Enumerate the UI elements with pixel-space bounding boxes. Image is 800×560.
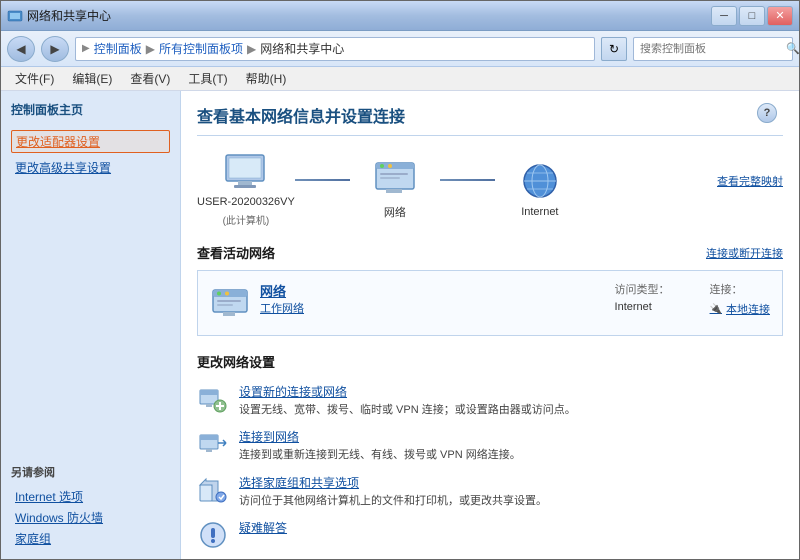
sidebar: 控制面板主页 更改适配器设置 更改高级共享设置 另请参阅 Internet 选项… [1, 91, 181, 559]
search-icon: 🔍 [786, 42, 800, 55]
connection-item: 连接： 🔌 本地连接 [710, 281, 770, 317]
new-connection-link[interactable]: 设置新的连接或网络 [239, 383, 783, 400]
net-item-network: 网络 [350, 160, 440, 220]
settings-item-new-connection: 设置新的连接或网络 设置无线、宽带、拨号、临时或 VPN 连接；或设置路由器或访… [197, 383, 783, 418]
sidebar-link-internet[interactable]: Internet 选项 [11, 486, 170, 507]
content-area: ? 查看基本网络信息并设置连接 [181, 91, 799, 559]
menu-edit[interactable]: 编辑(E) [64, 68, 120, 89]
new-connection-content: 设置新的连接或网络 设置无线、宽带、拨号、临时或 VPN 连接；或设置路由器或访… [239, 383, 783, 418]
network-label: 网络 [384, 204, 406, 220]
breadcrumb-item-2[interactable]: 所有控制面板项 [159, 40, 243, 57]
breadcrumb-root-icon: ▶ [82, 43, 90, 54]
net-item-internet: Internet [495, 162, 585, 218]
settings-item-connect: 连接到网络 连接到或重新连接到无线、有线、拨号或 VPN 网络连接。 [197, 428, 783, 463]
connect-network-content: 连接到网络 连接到或重新连接到无线、有线、拨号或 VPN 网络连接。 [239, 428, 783, 463]
sidebar-link-firewall[interactable]: Windows 防火墙 [11, 507, 170, 528]
minimize-button[interactable]: ─ [711, 6, 737, 26]
internet-label: Internet [521, 206, 558, 218]
title-bar: 网络和共享中心 ─ □ ✕ [1, 1, 799, 31]
active-network-title: 查看活动网络 [197, 243, 275, 262]
maximize-button[interactable]: □ [739, 6, 765, 26]
connect-disconnect-link[interactable]: 连接或断开连接 [706, 245, 783, 261]
troubleshoot-link[interactable]: 疑难解答 [239, 519, 783, 536]
search-box: 🔍 [633, 37, 793, 61]
connector-1 [295, 179, 350, 181]
breadcrumb-sep-1: ▶ [146, 42, 155, 56]
back-button[interactable]: ◀ [7, 36, 35, 62]
access-type-label: 访问类型： [615, 281, 670, 297]
settings-title: 更改网络设置 [197, 352, 783, 371]
network-type[interactable]: 工作网络 [260, 300, 605, 316]
new-connection-icon [197, 383, 229, 415]
access-type-value: Internet [615, 301, 670, 313]
network-info-content: 网络 工作网络 [260, 281, 605, 316]
breadcrumb-item-1[interactable]: 控制面板 [94, 40, 142, 57]
network-name[interactable]: 网络 [260, 281, 605, 300]
connection-value: 本地连接 [726, 301, 770, 317]
homegroup-link[interactable]: 选择家庭组和共享选项 [239, 474, 783, 491]
computer-icon [221, 152, 271, 192]
connector-2 [440, 179, 495, 181]
menu-bar: 文件(F) 编辑(E) 查看(V) 工具(T) 帮助(H) [1, 67, 799, 91]
main-window: 网络和共享中心 ─ □ ✕ ◀ ▶ ▶ 控制面板 ▶ 所有控制面板项 ▶ 网络和… [0, 0, 800, 560]
settings-item-troubleshoot: 疑难解答 [197, 519, 783, 551]
connect-network-desc: 连接到或重新连接到无线、有线、拨号或 VPN 网络连接。 [239, 449, 521, 461]
connection-label: 连接： [710, 281, 770, 297]
also-see-title: 另请参阅 [11, 464, 170, 480]
homegroup-icon [197, 474, 229, 506]
sidebar-link-adapter[interactable]: 更改适配器设置 [11, 130, 170, 153]
homegroup-content: 选择家庭组和共享选项 访问位于其他网络计算机上的文件和打印机，或更改共享设置。 [239, 474, 783, 509]
main-layout: 控制面板主页 更改适配器设置 更改高级共享设置 另请参阅 Internet 选项… [1, 91, 799, 559]
homegroup-desc: 访问位于其他网络计算机上的文件和打印机，或更改共享设置。 [239, 495, 547, 507]
network-icon [370, 160, 420, 200]
close-button[interactable]: ✕ [767, 6, 793, 26]
active-network-box: 网络 工作网络 访问类型： Internet 连接： 🔌 本地连接 [197, 270, 783, 336]
settings-item-homegroup: 选择家庭组和共享选项 访问位于其他网络计算机上的文件和打印机，或更改共享设置。 [197, 474, 783, 509]
menu-view[interactable]: 查看(V) [122, 68, 178, 89]
title-bar-controls: ─ □ ✕ [711, 6, 793, 26]
sidebar-link-homegroup[interactable]: 家庭组 [11, 528, 170, 549]
help-button[interactable]: ? [757, 103, 777, 123]
breadcrumb-current: 网络和共享中心 [260, 40, 344, 57]
access-type-item: 访问类型： Internet [615, 281, 670, 317]
computer-label: USER-20200326VY [197, 196, 295, 208]
sidebar-title: 控制面板主页 [11, 101, 170, 118]
network-diagram: USER-20200326VY (此计算机) [197, 152, 783, 227]
sidebar-bottom: 另请参阅 Internet 选项 Windows 防火墙 家庭组 [11, 448, 170, 549]
sidebar-link-sharing[interactable]: 更改高级共享设置 [11, 157, 170, 178]
connection-icon: 🔌 [710, 304, 722, 315]
menu-file[interactable]: 文件(F) [7, 68, 62, 89]
window-title: 网络和共享中心 [27, 7, 111, 24]
active-network-icon [210, 285, 250, 325]
network-access-info: 访问类型： Internet 连接： 🔌 本地连接 [615, 281, 770, 317]
breadcrumb: ▶ 控制面板 ▶ 所有控制面板项 ▶ 网络和共享中心 [75, 37, 595, 61]
title-bar-left: 网络和共享中心 [7, 7, 111, 24]
menu-tools[interactable]: 工具(T) [180, 68, 235, 89]
window-icon [7, 8, 23, 24]
sidebar-also-see: 另请参阅 Internet 选项 Windows 防火墙 家庭组 [11, 464, 170, 549]
net-item-computer: USER-20200326VY (此计算机) [197, 152, 295, 227]
internet-icon [515, 162, 565, 202]
new-connection-desc: 设置无线、宽带、拨号、临时或 VPN 连接；或设置路由器或访问点。 [239, 404, 576, 416]
connection-link[interactable]: 🔌 本地连接 [710, 301, 770, 317]
content-wrapper: ? 查看基本网络信息并设置连接 [197, 103, 783, 551]
breadcrumb-sep-2: ▶ [247, 42, 256, 56]
view-full-map-link[interactable]: 查看完整映射 [717, 173, 783, 189]
troubleshoot-icon [197, 519, 229, 551]
active-network-header: 查看活动网络 连接或断开连接 [197, 243, 783, 262]
menu-help[interactable]: 帮助(H) [238, 68, 295, 89]
computer-sublabel: (此计算机) [223, 212, 270, 227]
content-title: 查看基本网络信息并设置连接 [197, 103, 783, 136]
view-full-map-container: 查看完整映射 [585, 173, 783, 189]
search-input[interactable] [640, 43, 782, 55]
connect-network-link[interactable]: 连接到网络 [239, 428, 783, 445]
refresh-button[interactable]: ↻ [601, 37, 627, 61]
settings-list: 设置新的连接或网络 设置无线、宽带、拨号、临时或 VPN 连接；或设置路由器或访… [197, 383, 783, 551]
troubleshoot-content: 疑难解答 [239, 519, 783, 538]
address-bar: ◀ ▶ ▶ 控制面板 ▶ 所有控制面板项 ▶ 网络和共享中心 ↻ 🔍 [1, 31, 799, 67]
forward-button[interactable]: ▶ [41, 36, 69, 62]
connect-network-icon [197, 428, 229, 460]
